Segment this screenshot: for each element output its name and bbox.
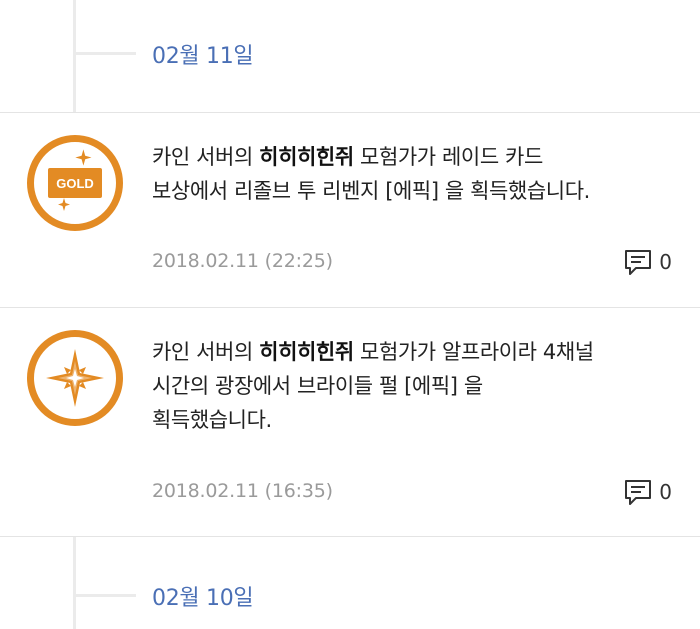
feed-item: GOLD 카인 서버의 히히히힌쥐 모험가가 레이드 카드 보상에서 리졸브 투…	[0, 113, 700, 307]
comment-button[interactable]: 0	[623, 477, 672, 507]
gold-bar-graphic: GOLD	[48, 149, 102, 211]
comment-icon	[625, 250, 652, 275]
character-name[interactable]: 히히히힌쥐	[259, 145, 354, 169]
server-name: 카인 서버의	[152, 145, 253, 169]
message-line-2: 보상에서 리졸브 투 리벤지 [에픽] 을 획득했습니다.	[152, 179, 590, 203]
message-text: 모험가가 레이드 카드	[360, 145, 543, 169]
date-header: 02월 10일	[0, 566, 700, 626]
comment-count: 0	[659, 250, 672, 274]
activity-message: 카인 서버의 히히히힌쥐 모험가가 레이드 카드 보상에서 리졸브 투 리벤지 …	[152, 140, 672, 208]
message-line-1: 카인 서버의 히히히힌쥐 모험가가 알프라이라 4채널	[152, 335, 672, 369]
gold-bar-icon: GOLD	[27, 135, 123, 231]
comment-icon	[625, 480, 652, 505]
message-line-2: 시간의 광장에서 브라이들 펄 [에픽] 을	[152, 374, 483, 398]
divider	[0, 536, 700, 537]
date-tick	[76, 594, 136, 597]
server-name: 카인 서버의	[152, 340, 253, 364]
timestamp: 2018.02.11 (22:25)	[152, 250, 333, 272]
date-label: 02월 11일	[152, 44, 254, 69]
feed-item: 카인 서버의 히히히힌쥐 모험가가 알프라이라 4채널 시간의 광장에서 브라이…	[0, 308, 700, 536]
activity-message: 카인 서버의 히히히힌쥐 모험가가 알프라이라 4채널 시간의 광장에서 브라이…	[152, 335, 672, 437]
sparkle-star-icon	[27, 330, 123, 426]
date-label: 02월 10일	[152, 586, 254, 611]
comment-button[interactable]: 0	[623, 247, 672, 277]
message-text: 모험가가 알프라이라 4채널	[360, 340, 594, 364]
character-name[interactable]: 히히히힌쥐	[259, 340, 354, 364]
date-header: 02월 11일	[0, 24, 700, 84]
comment-count: 0	[659, 480, 672, 504]
message-line-1: 카인 서버의 히히히힌쥐 모험가가 레이드 카드	[152, 140, 672, 174]
message-line-3: 획득했습니다.	[152, 408, 272, 432]
date-tick	[76, 52, 136, 55]
timestamp: 2018.02.11 (16:35)	[152, 480, 333, 502]
sparkle-star-graphic	[46, 349, 104, 407]
gold-label: GOLD	[56, 176, 94, 191]
